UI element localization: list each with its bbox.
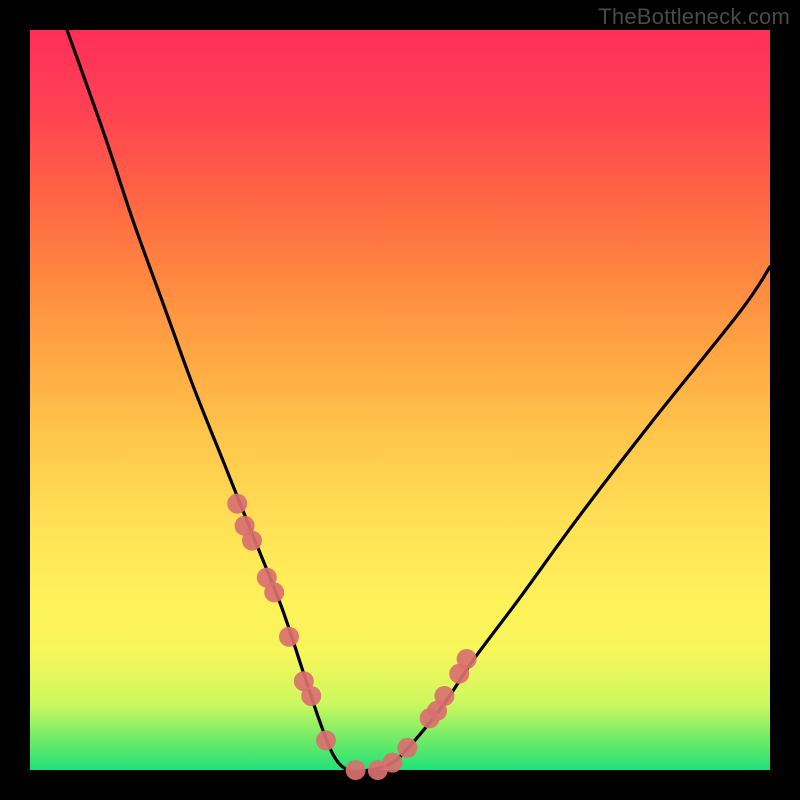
scatter-dot xyxy=(279,627,299,647)
scatter-dot xyxy=(434,686,454,706)
scatter-markers xyxy=(227,494,476,780)
watermark-text: TheBottleneck.com xyxy=(598,4,790,30)
scatter-dot xyxy=(383,753,403,773)
scatter-dot xyxy=(397,738,417,758)
scatter-dot xyxy=(227,494,247,514)
scatter-dot xyxy=(457,649,477,669)
scatter-dot xyxy=(346,760,366,780)
plot-area xyxy=(30,30,770,770)
scatter-dot xyxy=(301,686,321,706)
chart-svg xyxy=(30,30,770,770)
scatter-dot xyxy=(264,582,284,602)
chart-frame: TheBottleneck.com xyxy=(0,0,800,800)
valley-curve xyxy=(67,30,770,771)
scatter-dot xyxy=(242,531,262,551)
scatter-dot xyxy=(316,730,336,750)
